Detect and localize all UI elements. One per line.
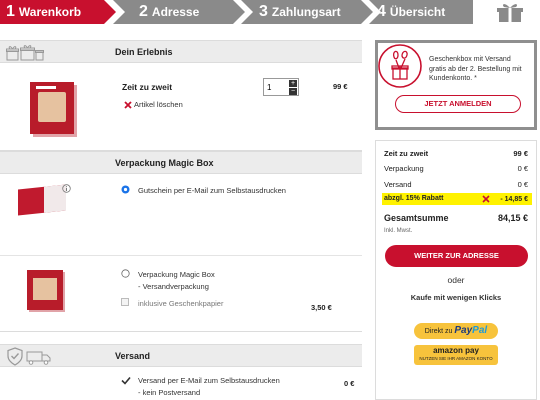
gift-paper-checkbox[interactable] [121,298,129,306]
gift-paper-label[interactable]: inklusive Geschenkpapier [138,299,223,308]
login-button[interactable]: JETZT ANMELDEN [395,95,521,113]
summary-versand-row: Versand 0 € [384,180,528,189]
summary-total-value: 84,15 € [497,213,528,223]
or-separator: oder [447,275,465,285]
section-header-versand: Versand [0,344,362,367]
info-icon[interactable] [62,184,71,193]
step-number: 1 [6,3,15,20]
order-summary: Zeit zu zweit 99 € Verpackung 0 € Versan… [375,140,537,400]
summary-verpackung-row: Verpackung 0 € [384,164,528,173]
delete-item-link[interactable]: Artikel löschen [124,100,183,109]
summary-item-label: Zeit zu zweit [384,149,429,158]
step-label: Adresse [151,5,200,19]
magic-box-image [27,270,63,310]
section-header-verpackung: Verpackung Magic Box [0,151,362,174]
delivery-truck-icon [26,351,51,365]
section-verpackung: Gutschein per E-Mail zum Selbstausdrucke… [0,174,362,332]
box-price: 3,50 € [311,303,332,312]
versand-line2: - kein Postversand [138,388,201,397]
section-title: Versand [115,351,151,361]
summary-total-label: Gesamtsumme [384,213,449,223]
section-header-erlebnis: Dein Erlebnis [0,40,362,63]
option-email-label[interactable]: Gutschein per E-Mail zum Selbstausdrucke… [138,186,286,195]
summary-item-value: 99 € [513,149,528,158]
summary-discount-label: abzgl. 15% Rabatt [384,195,444,202]
option-box-sublabel: - Versandverpackung [138,282,209,291]
quantity-plus-button[interactable]: + [289,80,297,87]
gift-balloons-icon [378,44,422,88]
product-name: Zeit zu zweit [122,82,173,92]
step-uebersicht[interactable]: 4 Übersicht [369,0,473,24]
divider [0,255,362,256]
step-number: 3 [259,3,268,20]
section-versand: Versand per E-Mail zum Selbstausdrucken … [0,367,362,400]
step-warenkorb[interactable]: 1 Warenkorb [0,0,116,24]
voucher-image [18,184,66,216]
summary-total-row: Gesamtsumme 84,15 € [384,213,528,223]
step-label: Übersicht [389,5,446,19]
versand-price: 0 € [344,379,355,388]
paypal-logo: PayPal [454,325,487,336]
product-price: 99 € [333,82,348,91]
step-zahlungsart[interactable]: 3 Zahlungsart [241,0,373,24]
amazon-pay-sub: NUTZEN SIE IHR AMAZON KONTO [419,356,493,361]
option-box-label[interactable]: Verpackung Magic Box [138,270,215,279]
summary-verpackung-value: 0 € [517,164,528,173]
quick-buy-label: Kaufe mit wenigen Klicks [410,293,502,302]
step-number: 4 [377,3,386,20]
amazon-pay-button[interactable]: amazon pay NUTZEN SIE IHR AMAZON KONTO [414,345,498,365]
summary-discount-row: abzgl. 15% Rabatt - 14,85 € [384,195,528,203]
step-adresse[interactable]: 2 Adresse [113,0,245,24]
step-number: 2 [139,3,148,20]
quantity-stepper[interactable]: + − [263,78,299,96]
paypal-button[interactable]: Direkt zu PayPal [414,323,498,339]
promo-inner: Geschenkbox mit Versand gratis ab der 2.… [378,43,534,127]
continue-to-address-button[interactable]: WEITER ZUR ADRESSE [385,245,528,267]
radio-email[interactable] [121,185,130,196]
product-image[interactable] [30,82,74,134]
check-icon [121,376,131,385]
promo-text: Geschenkbox mit Versand gratis ab der 2.… [429,56,522,82]
quantity-input[interactable] [265,80,289,94]
paypal-brand-pay: Pay [454,325,473,336]
amazon-pay-logo: amazon pay [433,346,479,355]
summary-item-row: Zeit zu zweit 99 € [384,149,528,158]
shipping-icons [7,347,51,366]
step-label: Warenkorb [18,5,82,19]
step-label: Zahlungsart [271,5,341,19]
gift-box-icon [497,4,523,22]
section-title: Verpackung Magic Box [115,158,214,168]
radio-unselected-icon [121,269,130,278]
summary-verpackung-label: Verpackung [384,164,424,173]
delete-x-icon [124,100,132,109]
promo-box: Geschenkbox mit Versand gratis ab der 2.… [375,40,537,130]
quantity-minus-button[interactable]: − [289,88,297,95]
radio-selected-icon [121,185,130,194]
section-erlebnis: Zeit zu zweit + − 99 € Artikel löschen [0,63,362,151]
summary-versand-value: 0 € [517,180,528,189]
section-title: Dein Erlebnis [115,47,173,57]
paypal-prefix: Direkt zu [424,328,453,335]
summary-versand-label: Versand [384,180,412,189]
checkout-steps: 1 Warenkorb 2 Adresse 3 Zahlungsart 4 Üb… [0,0,540,24]
radio-magic-box[interactable] [121,269,130,280]
gift-boxes-icon [6,45,44,61]
delete-item-label: Artikel löschen [134,100,183,109]
remove-discount-icon[interactable] [482,195,490,203]
versand-line1: Versand per E-Mail zum Selbstausdrucken [138,376,280,385]
paypal-brand-pal: Pal [472,325,488,336]
vat-note: Inkl. Mwst. [384,228,413,234]
summary-discount-value: - 14,85 € [500,195,528,203]
shield-check-icon [7,347,23,366]
